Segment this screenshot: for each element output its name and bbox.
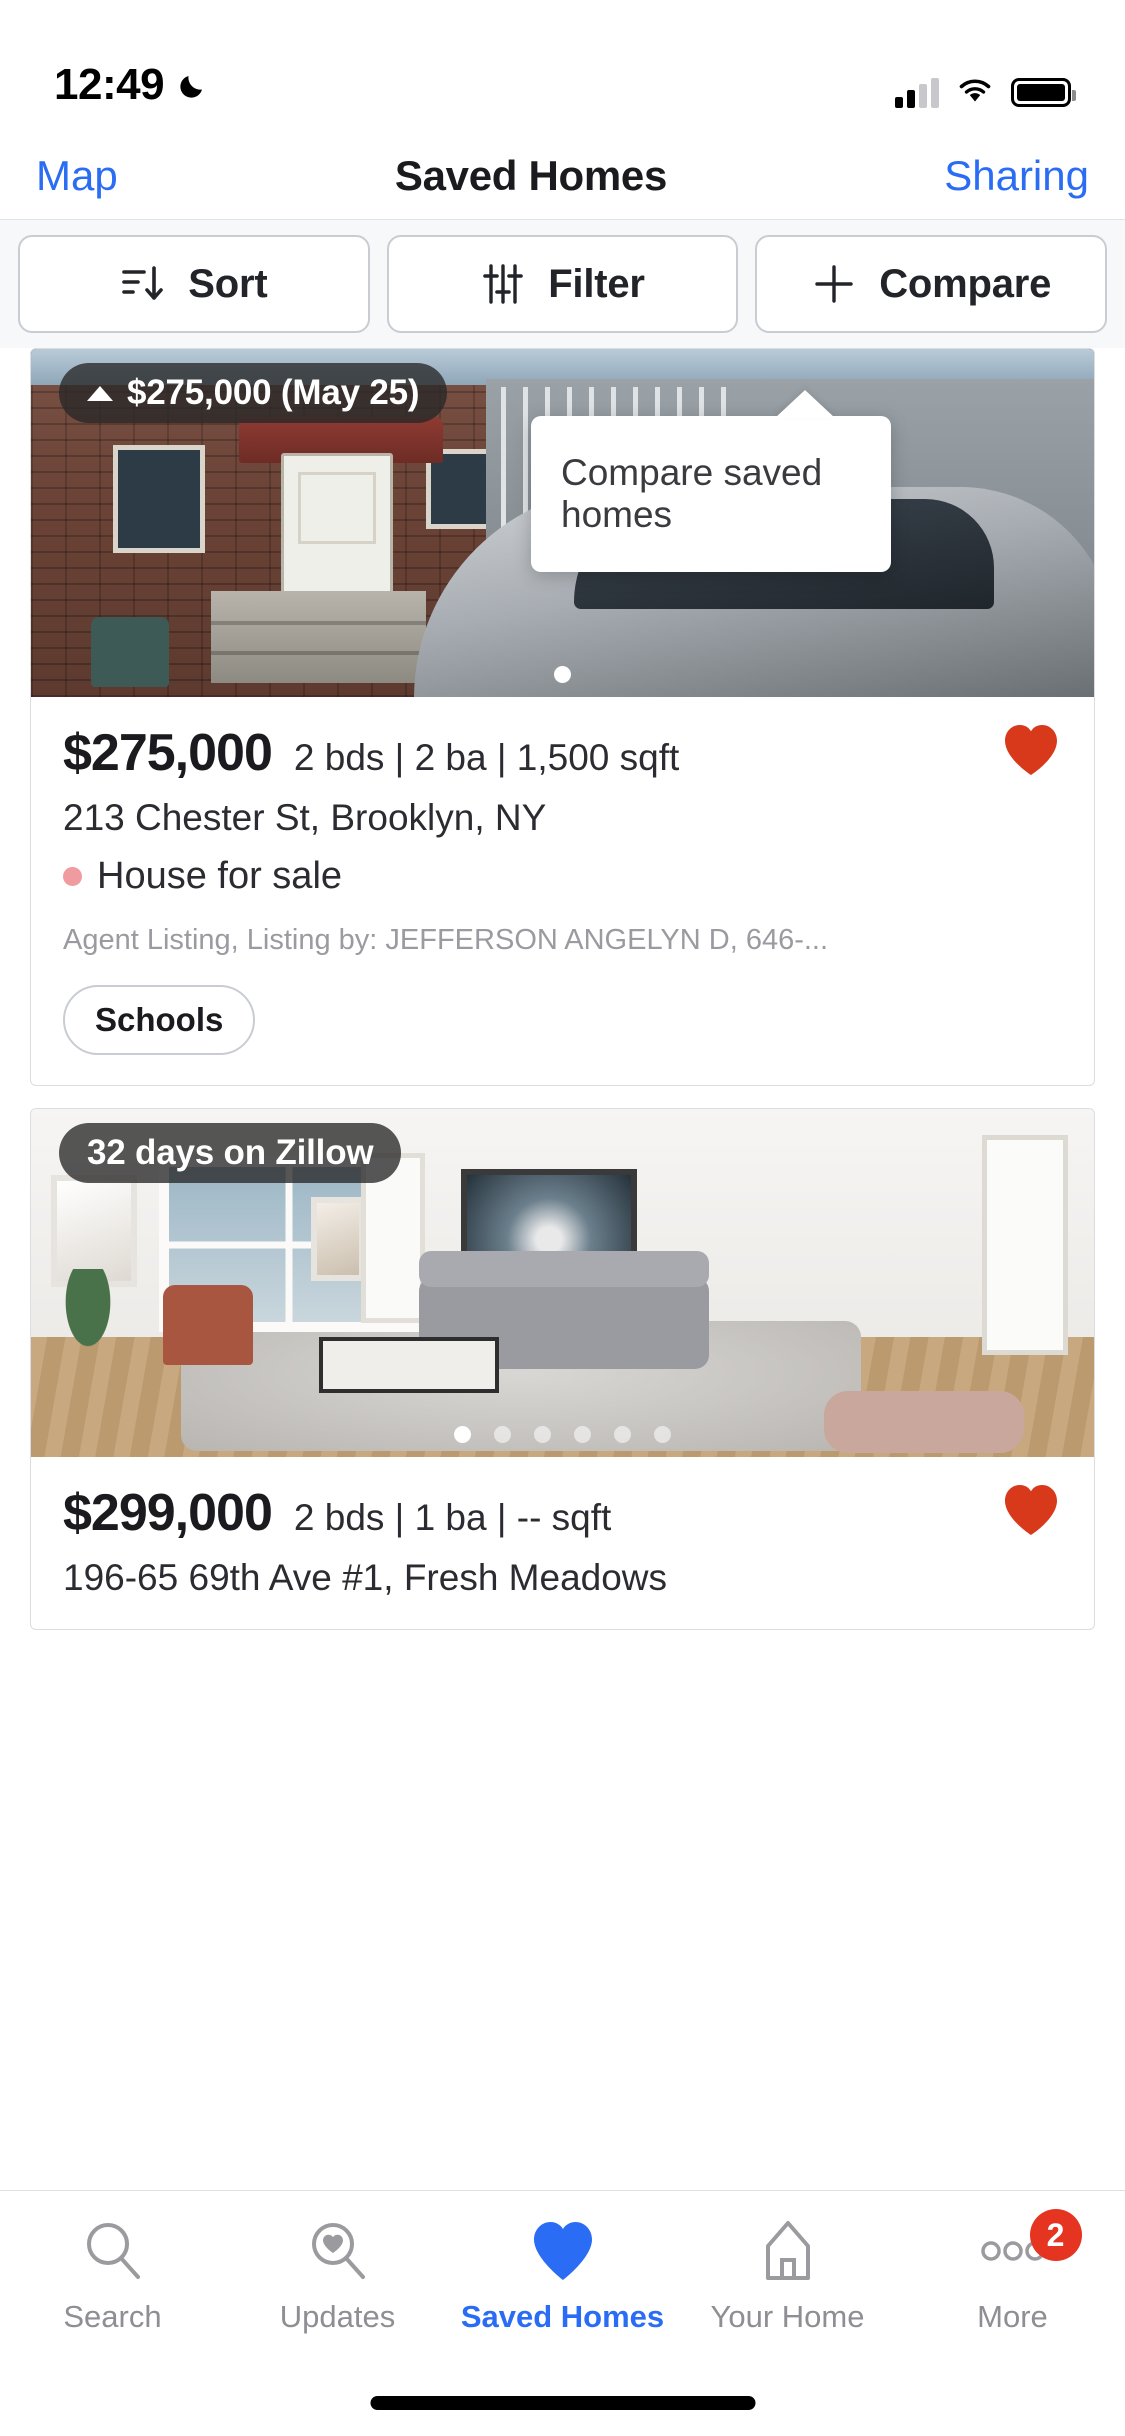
tab-search[interactable]: Search	[0, 2215, 225, 2335]
sort-button[interactable]: Sort	[18, 235, 370, 333]
compare-button-label: Compare	[879, 261, 1052, 306]
page-title: Saved Homes	[394, 151, 668, 199]
status-bar-left: 12:49	[54, 60, 210, 110]
favorite-heart-icon[interactable]	[1002, 723, 1060, 777]
map-link[interactable]: Map	[36, 152, 118, 200]
crescent-moon-icon	[176, 68, 210, 102]
favorite-heart-icon[interactable]	[1002, 1483, 1060, 1537]
compare-tooltip[interactable]: Compare saved homes	[531, 390, 891, 572]
photo-pagination-dots[interactable]	[31, 1426, 1094, 1443]
filter-toolbar: Sort Filter Compare	[0, 220, 1125, 348]
listing-address: 196-65 69th Ave #1, Fresh Meadows	[63, 1557, 668, 1598]
listing-price: $275,000	[63, 724, 273, 782]
saved-homes-list[interactable]: $275,000 (May 25) $275,000 2 bds | 2 ba …	[0, 348, 1125, 2190]
listing-status: House for sale	[63, 855, 1062, 898]
photo-pagination-dots[interactable]	[31, 666, 1094, 683]
photo-window	[113, 445, 205, 553]
sharing-link[interactable]: Sharing	[944, 152, 1089, 200]
tooltip-arrow-icon	[775, 390, 835, 418]
photo-coffee-table	[319, 1337, 499, 1393]
ellipsis-icon: 2	[978, 2209, 1082, 2287]
photo-dot[interactable]	[574, 1426, 591, 1443]
photo-plant	[49, 1269, 127, 1379]
caret-up-icon	[87, 385, 113, 401]
photo-dot[interactable]	[534, 1426, 551, 1443]
tab-updates-label: Updates	[279, 2299, 396, 2334]
wifi-icon	[955, 75, 995, 110]
photo-wall-art	[311, 1197, 365, 1281]
photo-dot[interactable]	[494, 1426, 511, 1443]
tab-more[interactable]: 2 More	[900, 2209, 1125, 2335]
status-time: 12:49	[54, 60, 165, 109]
tab-your-home-label: Your Home	[710, 2299, 865, 2334]
schools-pill-button[interactable]: Schools	[63, 985, 256, 1055]
listing-facts: 2 bds | 2 ba | 1,500 sqft	[293, 737, 680, 778]
price-change-badge: $275,000 (May 25)	[59, 363, 448, 423]
listing-facts: 2 bds | 1 ba | -- sqft	[293, 1497, 612, 1538]
status-dot-icon	[63, 867, 82, 886]
cellular-signal-icon	[895, 77, 939, 108]
magnifier-icon	[80, 2215, 146, 2287]
photo-dot[interactable]	[454, 1426, 471, 1443]
magnifier-heart-icon	[305, 2215, 371, 2287]
days-on-market-label: 32 days on Zillow	[87, 1133, 374, 1172]
listing-headline: $275,000 2 bds | 2 ba | 1,500 sqft	[63, 723, 1062, 783]
photo-dot[interactable]	[554, 666, 571, 683]
navigation-bar: Map Saved Homes Sharing	[0, 132, 1125, 220]
photo-chair	[163, 1285, 253, 1365]
status-bar: 12:49	[0, 0, 1125, 132]
listing-card[interactable]: 32 days on Zillow $299,000 2 bds | 1 ba …	[30, 1108, 1095, 1630]
listing-address: 213 Chester St, Brooklyn, NY	[63, 797, 547, 838]
listing-status-label: House for sale	[97, 855, 343, 897]
plus-icon	[811, 261, 857, 307]
home-indicator	[370, 2396, 755, 2410]
listing-headline: $299,000 2 bds | 1 ba | -- sqft	[63, 1483, 1062, 1543]
tab-saved-homes-label: Saved Homes	[460, 2299, 665, 2334]
sliders-icon	[480, 261, 526, 307]
tab-updates[interactable]: Updates	[225, 2215, 450, 2335]
filter-button[interactable]: Filter	[386, 235, 739, 333]
heart-filled-icon	[529, 2215, 597, 2287]
status-bar-right	[895, 75, 1076, 110]
tab-saved-homes[interactable]: Saved Homes	[450, 2215, 675, 2335]
bottom-tab-bar: Search Updates Saved Homes Your Home 2 M…	[0, 2190, 1125, 2436]
photo-dot[interactable]	[614, 1426, 631, 1443]
listing-price: $299,000	[63, 1484, 273, 1542]
photo-throw-blanket	[824, 1391, 1024, 1453]
filter-button-label: Filter	[548, 261, 645, 306]
tab-search-label: Search	[63, 2299, 162, 2334]
house-outline-icon	[755, 2215, 821, 2287]
battery-full-icon	[1011, 78, 1076, 107]
sort-descending-icon	[120, 261, 166, 307]
sort-button-label: Sort	[188, 261, 268, 306]
tab-your-home[interactable]: Your Home	[675, 2215, 900, 2335]
price-change-badge-label: $275,000 (May 25)	[127, 373, 420, 412]
more-notification-badge: 2	[1029, 2209, 1082, 2261]
tab-more-label: More	[977, 2299, 1048, 2334]
listing-info: $299,000 2 bds | 1 ba | -- sqft 196-65 6…	[31, 1457, 1094, 1629]
photo-dot[interactable]	[654, 1426, 671, 1443]
compare-button[interactable]: Compare	[755, 235, 1108, 333]
listing-info: $275,000 2 bds | 2 ba | 1,500 sqft 213 C…	[31, 697, 1094, 1085]
photo-door	[982, 1135, 1068, 1355]
days-on-market-badge: 32 days on Zillow	[59, 1123, 402, 1183]
listing-agent-attribution: Agent Listing, Listing by: JEFFERSON ANG…	[63, 924, 829, 956]
compare-tooltip-text: Compare saved homes	[561, 452, 823, 535]
listing-photo[interactable]: 32 days on Zillow	[31, 1109, 1094, 1457]
